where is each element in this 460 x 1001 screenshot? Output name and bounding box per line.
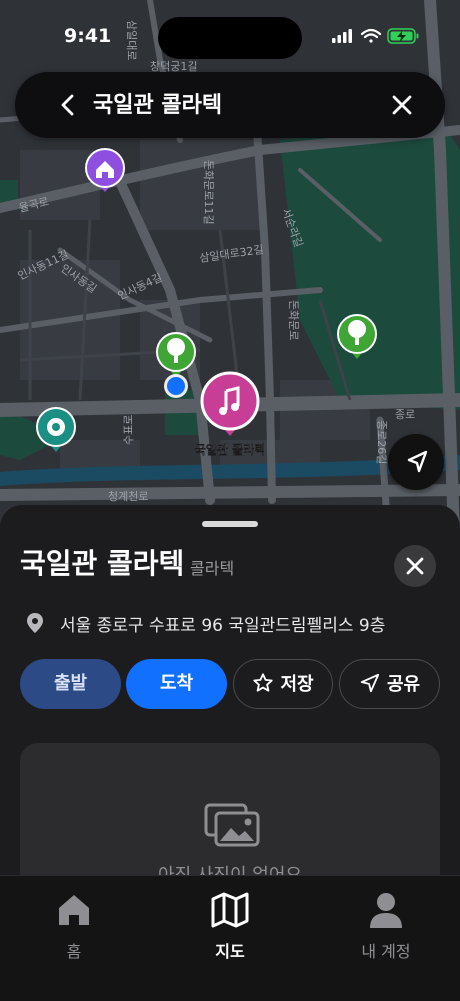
street-label: 돈화문로11길: [202, 160, 215, 225]
my-location-button[interactable]: [388, 434, 444, 490]
street-label: 종로: [395, 408, 415, 421]
battery-charging-icon: [387, 28, 419, 44]
status-icons: [332, 26, 422, 50]
tab-home[interactable]: 홈: [14, 890, 134, 962]
place-address: 서울 종로구 수표로 96 국일관드림펠리스 9층: [60, 616, 386, 636]
wifi-icon: [360, 28, 382, 43]
search-bar[interactable]: 국일관 콜라텍: [15, 72, 445, 138]
close-sheet-button[interactable]: [394, 545, 436, 587]
place-category: 콜라텍: [190, 559, 235, 578]
tab-map[interactable]: 지도: [170, 890, 290, 962]
current-location-dot: [164, 374, 188, 398]
person-icon: [370, 893, 402, 928]
map-icon: [211, 892, 249, 928]
dynamic-island: [158, 17, 302, 59]
tab-account[interactable]: 내 계정: [326, 890, 446, 962]
send-arrow-icon: [360, 673, 380, 693]
bottom-tab-bar: 홈 지도 내 계정: [0, 875, 460, 1001]
cellular-signal-icon: [332, 29, 352, 43]
back-arrow-icon[interactable]: [53, 90, 83, 120]
selected-pin-label: 국일관 콜라텍: [195, 442, 265, 457]
share-button[interactable]: 공유: [339, 659, 440, 709]
tab-map-label: 지도: [215, 942, 245, 961]
photos-icon: [204, 803, 260, 847]
share-label: 공유: [386, 674, 421, 695]
street-label: 돈화문로: [287, 300, 300, 340]
clear-search-icon[interactable]: [389, 92, 415, 118]
place-detail-sheet: 국일관 콜라텍 콜라텍 서울 종로구 수표로 96 국일관드림펠리스 9층 출발…: [0, 505, 460, 880]
arrive-button[interactable]: 도착: [126, 659, 227, 709]
place-title: 국일관 콜라텍: [20, 547, 185, 580]
depart-button[interactable]: 출발: [20, 659, 121, 709]
close-icon: [406, 557, 424, 575]
save-button[interactable]: 저장: [233, 659, 333, 709]
navigation-arrow-icon: [407, 450, 428, 473]
street-label: 종로26길: [375, 420, 388, 464]
star-icon: [253, 673, 274, 692]
tab-home-label: 홈: [66, 942, 82, 961]
status-time: 9:41: [64, 25, 112, 47]
depart-label: 출발: [53, 673, 88, 694]
tab-account-label: 내 계정: [361, 942, 411, 961]
save-label: 저장: [280, 674, 314, 695]
home-icon: [59, 895, 89, 925]
status-bar: 9:41: [0, 0, 460, 70]
arrive-label: 도착: [159, 673, 194, 694]
search-query[interactable]: 국일관 콜라텍: [93, 87, 222, 119]
sheet-drag-handle[interactable]: [202, 521, 258, 527]
street-label: 수표로: [122, 415, 135, 445]
location-pin-icon: [27, 613, 43, 633]
street-label: 청계천로: [108, 489, 148, 503]
photo-placeholder-card[interactable]: 아직 사진이 없어요: [20, 743, 440, 880]
